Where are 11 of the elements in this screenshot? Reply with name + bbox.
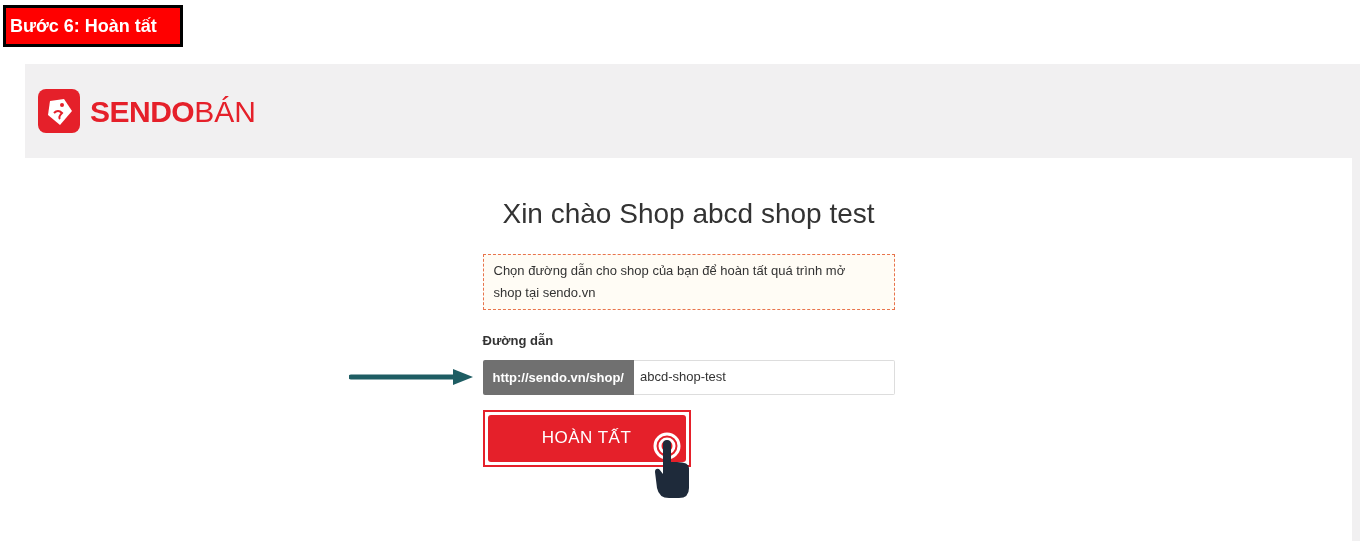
logo-icon xyxy=(38,89,80,133)
finish-button[interactable]: HOÀN TẤT xyxy=(487,414,686,462)
logo-text: SENDO xyxy=(90,93,195,130)
field-label: Đường dẫn xyxy=(482,332,555,350)
page-title: Xin chào Shop abcd shop test xyxy=(502,197,875,231)
url-input[interactable]: abcd-shop-test xyxy=(633,359,895,395)
url-prefix: http://sendo.vn/shop/ xyxy=(482,359,634,395)
step-label: Bước 6: Hoàn tất xyxy=(3,5,183,47)
logo-subtext: BÁN xyxy=(194,93,256,130)
notice-box: Chọn đường dẫn cho shop của bạn để hoàn tất quá trình mở shop tại sendo.vn xyxy=(482,254,895,310)
arrow-icon xyxy=(348,367,475,386)
